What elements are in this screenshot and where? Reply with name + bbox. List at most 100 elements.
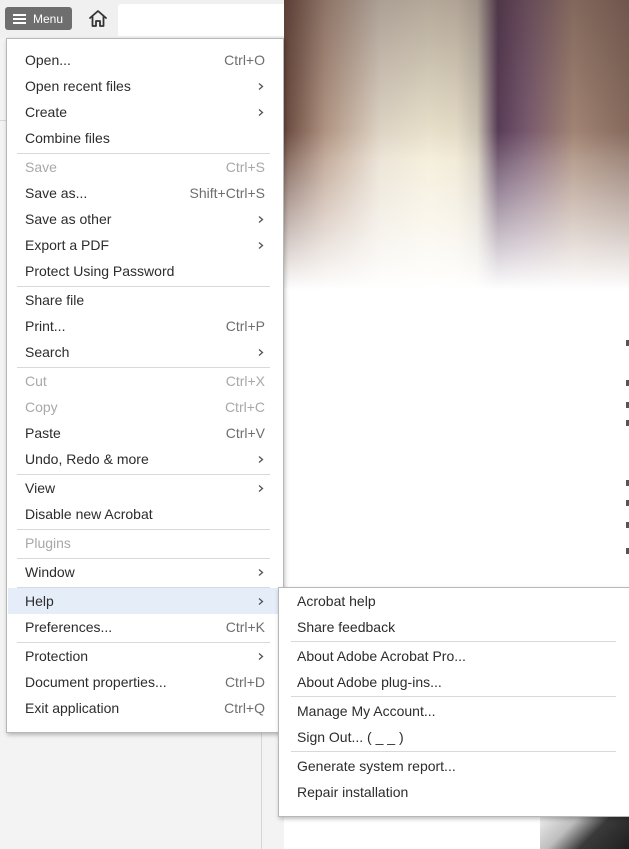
menu-separator — [17, 529, 270, 530]
menu-item-label: Help — [25, 593, 54, 609]
menu-item-label: Acrobat help — [297, 593, 376, 609]
menu-item-export-a-pdf[interactable]: Export a PDF — [8, 232, 282, 258]
menu-item-preferences[interactable]: Preferences... Ctrl+K — [8, 614, 282, 640]
menu-item-disable-new-acrobat[interactable]: Disable new Acrobat — [8, 501, 282, 527]
menu-separator — [291, 641, 616, 642]
home-button[interactable] — [86, 7, 110, 31]
menu-item-label: Create — [25, 104, 68, 120]
menu-item-sign-out[interactable]: Sign Out... ( _ _ ) — [280, 724, 628, 750]
menu-button[interactable]: Menu — [5, 7, 72, 30]
chevron-right-icon — [258, 568, 264, 576]
menu-separator — [291, 751, 616, 752]
menu-item-label: Search — [25, 344, 70, 360]
menu-item-label: Share feedback — [297, 619, 396, 635]
shortcut-label: Ctrl+P — [225, 318, 265, 334]
menu-item-undo-redo-more[interactable]: Undo, Redo & more — [8, 446, 282, 472]
menu-item-print[interactable]: Print... Ctrl+P — [8, 313, 282, 339]
chevron-right-icon — [258, 652, 264, 660]
menu-item-paste[interactable]: Paste Ctrl+V — [8, 420, 282, 446]
menu-item-save-as-other[interactable]: Save as other — [8, 206, 282, 232]
menu-item-label: About Adobe Acrobat Pro... — [297, 648, 466, 664]
chevron-right-icon — [258, 108, 264, 116]
menu-item-document-properties[interactable]: Document properties... Ctrl+D — [8, 669, 282, 695]
menu-item-label: Open... — [25, 52, 71, 68]
menu-item-label: Open recent files — [25, 78, 131, 94]
hamburger-icon — [13, 13, 26, 24]
menu-item-combine-files[interactable]: Combine files — [8, 125, 282, 151]
chevron-right-icon — [258, 82, 264, 90]
menu-item-label: Protect Using Password — [25, 263, 175, 279]
photo-fragment — [540, 812, 629, 849]
blurred-image-overlay — [284, 0, 629, 160]
menu-item-label: Window — [25, 564, 75, 580]
menu-item-label: Document properties... — [25, 674, 167, 690]
menu-item-label: About Adobe plug-ins... — [297, 674, 442, 690]
menu-item-label: Repair installation — [297, 784, 409, 800]
menu-item-open-recent-files[interactable]: Open recent files — [8, 73, 282, 99]
shortcut-label: Shift+Ctrl+S — [189, 185, 265, 201]
shortcut-label: Ctrl+C — [224, 399, 265, 415]
menu-item-window[interactable]: Window — [8, 559, 282, 585]
menu-item-label: Combine files — [25, 130, 110, 146]
menu-item-repair-installation[interactable]: Repair installation — [280, 779, 628, 805]
pane-divider — [261, 733, 262, 849]
menu-item-label: Share file — [25, 292, 85, 308]
menu-separator — [17, 153, 270, 154]
document-tab[interactable] — [118, 4, 288, 36]
chevron-right-icon — [258, 241, 264, 249]
chevron-right-icon — [258, 348, 264, 356]
shortcut-label: Ctrl+O — [224, 52, 265, 68]
menu-separator — [17, 286, 270, 287]
chevron-right-icon — [258, 597, 264, 605]
menu-item-label: View — [25, 480, 56, 496]
menu-separator — [291, 696, 616, 697]
shortcut-label: Ctrl+Q — [224, 700, 265, 716]
menu-item-label: Export a PDF — [25, 237, 110, 253]
menu-item-about-adobe-plug-ins[interactable]: About Adobe plug-ins... — [280, 669, 628, 695]
menu-item-create[interactable]: Create — [8, 99, 282, 125]
menu-item-manage-my-account[interactable]: Manage My Account... — [280, 698, 628, 724]
menu-item-save: Save Ctrl+S — [8, 154, 282, 180]
menu-item-label: Disable new Acrobat — [25, 506, 153, 522]
menu-separator — [17, 558, 270, 559]
menu-button-label: Menu — [33, 11, 64, 26]
help-submenu: Acrobat help Share feedback About Adobe Ac… — [278, 587, 629, 817]
menu-item-share-feedback[interactable]: Share feedback — [280, 614, 628, 640]
menu-item-save-as[interactable]: Save as... Shift+Ctrl+S — [8, 180, 282, 206]
menu-separator — [17, 642, 270, 643]
chevron-right-icon — [258, 484, 264, 492]
chevron-right-icon — [258, 215, 264, 223]
menu-separator — [17, 587, 270, 588]
menu-item-label: Plugins — [25, 535, 71, 551]
menu-item-protect-using-password[interactable]: Protect Using Password — [8, 258, 282, 284]
menu-item-cut: Cut Ctrl+X — [8, 368, 282, 394]
menu-item-generate-system-report[interactable]: Generate system report... — [280, 753, 628, 779]
menu-separator — [17, 474, 270, 475]
home-icon — [89, 10, 107, 27]
menu-item-label: Cut — [25, 373, 47, 389]
main-menu: Open... Ctrl+O Open recent files Create Comb… — [6, 38, 284, 733]
menu-item-help[interactable]: Help — [8, 588, 282, 614]
menu-item-label: Generate system report... — [297, 758, 456, 774]
menu-item-label: Sign Out... ( _ _ ) — [297, 729, 404, 745]
menu-item-exit-application[interactable]: Exit application Ctrl+Q — [8, 695, 282, 721]
menu-item-about-adobe-acrobat-pro[interactable]: About Adobe Acrobat Pro... — [280, 643, 628, 669]
shortcut-label: Ctrl+X — [225, 373, 265, 389]
menu-item-label: Save as... — [25, 185, 88, 201]
menu-item-share-file[interactable]: Share file — [8, 287, 282, 313]
menu-item-acrobat-help[interactable]: Acrobat help — [280, 588, 628, 614]
menu-item-label: Preferences... — [25, 619, 113, 635]
menu-item-label: Exit application — [25, 700, 120, 716]
chevron-right-icon — [258, 455, 264, 463]
menu-item-label: Paste — [25, 425, 61, 441]
menu-item-label: Save as other — [25, 211, 112, 227]
shortcut-label: Ctrl+S — [225, 159, 265, 175]
text-fragments — [625, 290, 629, 590]
menu-item-open[interactable]: Open... Ctrl+O — [8, 47, 282, 73]
menu-item-search[interactable]: Search — [8, 339, 282, 365]
menu-item-label: Protection — [25, 648, 89, 664]
menu-item-label: Manage My Account... — [297, 703, 436, 719]
menu-item-view[interactable]: View — [8, 475, 282, 501]
shortcut-label: Ctrl+K — [225, 619, 265, 635]
menu-item-protection[interactable]: Protection — [8, 643, 282, 669]
